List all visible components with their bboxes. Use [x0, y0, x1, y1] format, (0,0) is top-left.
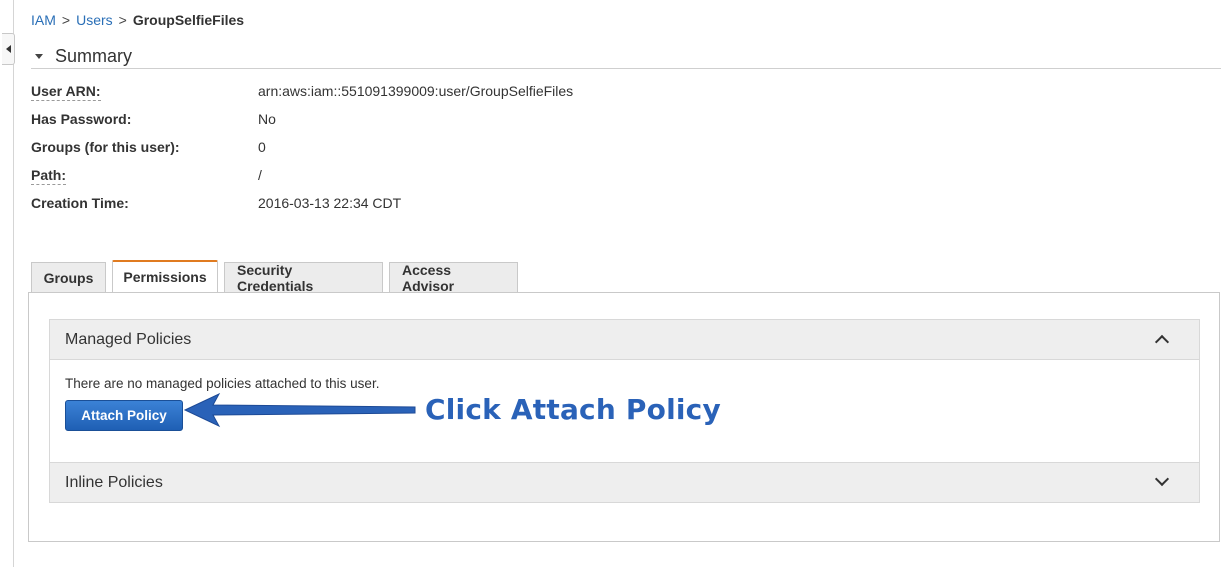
breadcrumb-current: GroupSelfieFiles	[132, 12, 245, 28]
tab-permissions[interactable]: Permissions	[112, 260, 218, 292]
left-nav-rail	[0, 0, 14, 567]
has-password-label: Has Password:	[31, 111, 132, 127]
breadcrumb-iam-link[interactable]: IAM	[31, 12, 56, 28]
breadcrumb: IAM > Users > GroupSelfieFiles	[31, 12, 244, 28]
chevron-up-icon	[1154, 334, 1170, 350]
inline-policies-header[interactable]: Inline Policies	[50, 462, 1199, 502]
inline-policies-title: Inline Policies	[65, 473, 163, 491]
creation-time-label: Creation Time:	[31, 195, 129, 211]
caret-down-icon	[35, 53, 43, 59]
groups-count-value: 0	[258, 139, 266, 155]
managed-policies-title: Managed Policies	[65, 330, 192, 348]
caret-left-icon	[5, 45, 11, 53]
no-policies-message: There are no managed policies attached t…	[65, 376, 380, 391]
tab-groups[interactable]: Groups	[31, 262, 106, 292]
breadcrumb-separator: >	[118, 12, 127, 28]
creation-time-value: 2016-03-13 22:34 CDT	[258, 195, 402, 211]
callout-arrow-icon	[183, 393, 416, 428]
breadcrumb-separator: >	[61, 12, 71, 28]
tab-security-credentials[interactable]: Security Credentials	[224, 262, 383, 294]
groups-count-label: Groups (for this user):	[31, 139, 180, 155]
path-value: /	[258, 167, 262, 183]
has-password-value: No	[258, 111, 276, 127]
user-arn-value: arn:aws:iam::551091399009:user/GroupSelf…	[258, 83, 574, 99]
tab-access-advisor[interactable]: Access Advisor	[389, 262, 518, 294]
path-label: Path:	[31, 167, 66, 185]
attach-policy-button[interactable]: Attach Policy	[65, 400, 183, 431]
chevron-down-icon	[1154, 471, 1170, 487]
summary-title: Summary	[55, 45, 133, 66]
summary-section-toggle[interactable]: Summary	[31, 44, 1221, 69]
breadcrumb-users-link[interactable]: Users	[76, 12, 113, 28]
user-detail-tabs: Groups Permissions Security Credentials …	[31, 260, 524, 294]
user-arn-label: User ARN:	[31, 83, 101, 101]
annotation-callout: Click Attach Policy	[425, 393, 721, 426]
collapse-sidebar-button[interactable]	[2, 33, 15, 65]
managed-policies-header[interactable]: Managed Policies	[50, 320, 1199, 360]
